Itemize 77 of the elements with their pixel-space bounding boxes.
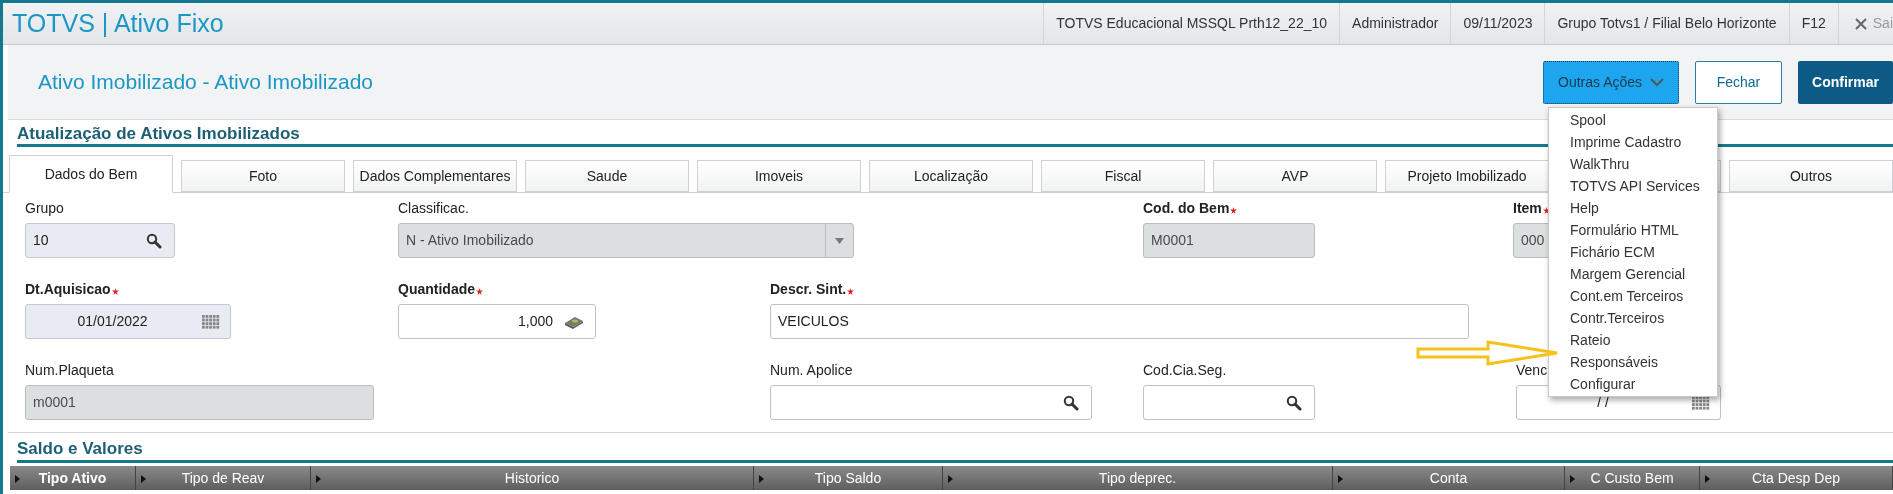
sort-icon [1705, 475, 1710, 483]
column-header[interactable]: Tipo de Reav [136, 466, 311, 490]
field-label: Descr. Sint. [770, 280, 847, 299]
field-label: Grupo [25, 199, 64, 218]
close-button[interactable]: Fechar [1695, 60, 1782, 104]
sort-icon [1338, 475, 1343, 483]
search-icon[interactable] [1063, 394, 1079, 411]
tab[interactable]: Foto [181, 160, 345, 192]
column-header[interactable]: Conta [1333, 466, 1565, 490]
input-field[interactable] [1143, 385, 1315, 420]
sort-icon [141, 475, 146, 483]
input-field[interactable]: VEICULOS [770, 304, 1469, 339]
menu-item[interactable]: Fichário ECM [1549, 241, 1717, 263]
section-title: Atualização de Ativos Imobilizados [17, 122, 300, 145]
tab[interactable]: Imoveis [697, 160, 861, 192]
status-info: Grupo Totvs1 / Filial Belo Horizonte [1544, 3, 1789, 44]
tab[interactable]: Fiscal [1041, 160, 1205, 192]
required-icon [111, 288, 119, 295]
menu-item[interactable]: Spool [1549, 109, 1717, 131]
sort-icon [759, 475, 764, 483]
sort-icon [948, 475, 953, 483]
sort-icon [15, 475, 20, 483]
page-title: Ativo Imobilizado - Ativo Imobilizado [37, 69, 373, 96]
tab[interactable]: Projeto Imobilizado [1385, 160, 1549, 192]
app-title: TOTVS | Ativo Fixo [11, 7, 224, 39]
sort-icon [316, 475, 321, 483]
required-icon [847, 288, 855, 295]
field-label: Num. Apolice [770, 361, 853, 380]
menu-item[interactable]: Contr.Terceiros [1549, 307, 1717, 329]
menu-item[interactable]: Help [1549, 197, 1717, 219]
column-header[interactable]: Cta Desp Dep [1700, 466, 1893, 490]
close-icon [1854, 17, 1867, 30]
menu-item[interactable]: TOTVS API Services [1549, 175, 1717, 197]
field-label: Cod. do Bem [1143, 199, 1230, 218]
menu-item[interactable]: WalkThru [1549, 153, 1717, 175]
status-info: 09/11/2023 [1450, 3, 1545, 44]
confirm-button[interactable]: Confirmar [1798, 60, 1893, 104]
column-header[interactable]: C Custo Bem [1565, 466, 1700, 490]
calendar-icon[interactable] [202, 314, 220, 329]
menu-item[interactable]: Cont.em Terceiros [1549, 285, 1717, 307]
menu-item[interactable]: Imprime Cadastro [1549, 131, 1717, 153]
menu-item[interactable]: Formulário HTML [1549, 219, 1717, 241]
tab[interactable]: AVP [1213, 160, 1377, 192]
tab[interactable]: Dados do Bem [9, 155, 173, 193]
field-label: Num.Plaqueta [25, 361, 114, 380]
menu-item[interactable]: Rateio [1549, 329, 1717, 351]
menu-item[interactable]: Margem Gerencial [1549, 263, 1717, 285]
chevron-down-icon [1650, 77, 1664, 87]
actions-button[interactable]: Outras Ações [1543, 60, 1679, 104]
tab[interactable]: Dados Complementares [353, 160, 517, 192]
section-title: Saldo e Valores [17, 437, 143, 460]
required-icon [1230, 207, 1238, 214]
menu-item[interactable]: Responsáveis [1549, 351, 1717, 373]
status-info: TOTVS Educacional MSSQL Prth12_22_10 [1043, 3, 1340, 44]
field-label: Classificac. [398, 199, 469, 218]
field-label: Dt.Aquisicao [25, 280, 111, 299]
field-label: Item [1513, 199, 1542, 218]
sort-icon [1570, 475, 1575, 483]
tab[interactable]: Outros [1729, 160, 1893, 192]
input-field[interactable]: 10 [25, 223, 175, 258]
input-field[interactable]: 1,000 [398, 304, 596, 339]
input-field[interactable] [770, 385, 1092, 420]
input-field[interactable]: 01/01/2022 [25, 304, 231, 339]
column-header[interactable]: Tipo Saldo [754, 466, 943, 490]
required-icon [476, 288, 483, 295]
column-header[interactable]: Tipo Ativo [10, 466, 136, 490]
search-icon[interactable] [1286, 394, 1302, 411]
status-info: Administrador [1339, 3, 1451, 44]
column-header[interactable]: Tipo deprec. [943, 466, 1333, 490]
column-header[interactable]: Historico [311, 466, 754, 490]
tab[interactable]: Saude [525, 160, 689, 192]
field-label: Cod.Cia.Seg. [1143, 361, 1227, 380]
search-icon[interactable] [146, 232, 162, 249]
status-info: F12 [1788, 3, 1838, 44]
field-label: Venc [1516, 361, 1548, 380]
field-label: Quantidade [398, 280, 475, 299]
tab[interactable]: Localização [869, 160, 1033, 192]
